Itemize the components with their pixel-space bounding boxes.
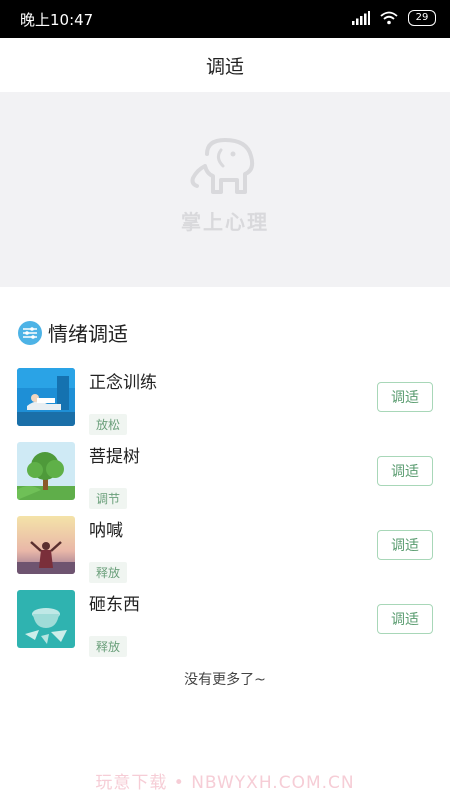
status-bar: 晚上10:47 29 — [0, 0, 450, 38]
battery-icon: 29 — [408, 10, 436, 26]
list-item-title: 菩提树 — [89, 447, 140, 467]
adjust-button[interactable]: 调适 — [377, 604, 433, 634]
battery-level: 29 — [415, 12, 429, 23]
list-item-tag: 调节 — [89, 488, 128, 509]
elephant-icon — [190, 138, 255, 194]
status-icons: 29 — [352, 10, 436, 26]
list-item-bodhi-tree[interactable]: 菩提树 调节 调适 — [0, 442, 450, 516]
watermark: 玩意下载 • NBWYXH.COM.CN — [95, 773, 355, 793]
adjust-button[interactable]: 调适 — [377, 456, 433, 486]
end-of-list-text: 没有更多了~ — [184, 672, 266, 688]
list-item-title: 砸东西 — [89, 595, 140, 615]
sliders-icon — [18, 320, 42, 345]
status-time: 晚上10:47 — [20, 11, 94, 29]
list-item-mindfulness[interactable]: 正念训练 放松 调适 — [0, 368, 450, 442]
activity-list: 正念训练 放松 调适 菩提树 调节 调适 呐喊 释放 调适 砸东西 释放 调适 — [0, 368, 450, 664]
section-header: 情绪调适 — [18, 318, 128, 347]
smash-thumbnail — [17, 590, 75, 648]
mindfulness-thumbnail — [17, 368, 75, 426]
adjust-button[interactable]: 调适 — [377, 382, 433, 412]
adjust-button[interactable]: 调适 — [377, 530, 433, 560]
banner-logo-text: 掌上心理 — [181, 210, 269, 234]
nav-bar: 调适 — [0, 38, 450, 92]
signal-icon — [352, 11, 370, 25]
wifi-icon — [380, 11, 398, 25]
list-item-shout[interactable]: 呐喊 释放 调适 — [0, 516, 450, 590]
list-item-tag: 释放 — [89, 562, 128, 583]
list-item-tag: 放松 — [89, 414, 128, 435]
bodhi-tree-thumbnail — [17, 442, 75, 500]
list-item-title: 呐喊 — [89, 521, 123, 541]
list-item-title: 正念训练 — [89, 373, 157, 393]
section-title: 情绪调适 — [48, 322, 128, 346]
page-title: 调适 — [205, 55, 244, 78]
list-item-tag: 释放 — [89, 636, 128, 657]
banner-logo: 掌上心理 — [0, 136, 450, 235]
shout-thumbnail — [17, 516, 75, 574]
list-item-smash[interactable]: 砸东西 释放 调适 — [0, 590, 450, 664]
